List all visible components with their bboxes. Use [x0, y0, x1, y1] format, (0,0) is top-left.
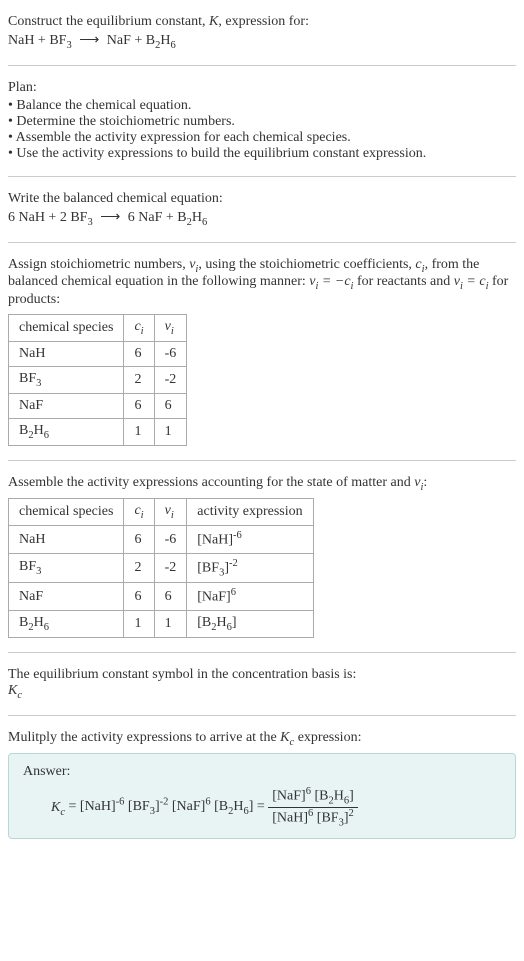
- table-cell: 1: [124, 418, 154, 445]
- table-cell: 6: [124, 393, 154, 418]
- divider: [8, 65, 516, 66]
- plan-item: • Determine the stoichiometric numbers.: [8, 114, 516, 130]
- plan-item: • Assemble the activity expression for e…: [8, 130, 516, 146]
- table-cell: [B2H6]: [187, 610, 313, 637]
- divider: [8, 176, 516, 177]
- intro-K: K: [209, 14, 218, 29]
- table-cell: -6: [154, 526, 187, 554]
- multiply-section: Mulitply the activity expressions to arr…: [8, 724, 516, 846]
- table-header: ci: [124, 499, 154, 526]
- table-cell: [BF3]-2: [187, 553, 313, 582]
- table-cell: 6: [124, 341, 154, 366]
- answer-box: Answer: Kc = [NaH]-6 [BF3]-2 [NaF]6 [B2H…: [8, 753, 516, 839]
- table-cell: NaH: [9, 341, 124, 366]
- table-header-row: chemical species ci νi: [9, 315, 187, 342]
- table-cell: B2H6: [9, 610, 124, 637]
- multiply-text: Mulitply the activity expressions to arr…: [8, 730, 516, 748]
- table-cell: 1: [154, 418, 187, 445]
- activity-text: Assemble the activity expressions accoun…: [8, 475, 516, 493]
- table-header: chemical species: [9, 499, 124, 526]
- divider: [8, 652, 516, 653]
- table-row: B2H6 1 1: [9, 418, 187, 445]
- plan-title: Plan:: [8, 80, 516, 96]
- table-cell: 2: [124, 366, 154, 393]
- stoich-text: Assign stoichiometric numbers, νi, using…: [8, 257, 516, 309]
- table-cell: -2: [154, 366, 187, 393]
- table-header: chemical species: [9, 315, 124, 342]
- table-row: BF3 2 -2: [9, 366, 187, 393]
- symbol-text: The equilibrium constant symbol in the c…: [8, 667, 516, 683]
- answer-formula: Kc = [NaH]-6 [BF3]-2 [NaF]6 [B2H6] = [Na…: [23, 786, 501, 828]
- intro-section: Construct the equilibrium constant, K, e…: [8, 8, 516, 57]
- table-cell: NaF: [9, 393, 124, 418]
- table-cell: NaF: [9, 583, 124, 611]
- table-cell: 6: [154, 393, 187, 418]
- divider: [8, 715, 516, 716]
- intro-line1b: , expression for:: [218, 14, 309, 29]
- stoich-table: chemical species ci νi NaH 6 -6 BF3 2 -2…: [8, 314, 187, 445]
- table-row: B2H6 1 1 [B2H6]: [9, 610, 314, 637]
- divider: [8, 242, 516, 243]
- activity-table: chemical species ci νi activity expressi…: [8, 498, 314, 637]
- intro-equation: NaH + BF3 ⟶ NaF + B2H6: [8, 32, 516, 51]
- plan-list: • Balance the chemical equation. • Deter…: [8, 98, 516, 162]
- intro-line1: Construct the equilibrium constant,: [8, 14, 209, 29]
- table-cell: 6: [124, 583, 154, 611]
- table-cell: B2H6: [9, 418, 124, 445]
- table-cell: BF3: [9, 366, 124, 393]
- table-header-row: chemical species ci νi activity expressi…: [9, 499, 314, 526]
- answer-label: Answer:: [23, 764, 501, 780]
- stoich-section: Assign stoichiometric numbers, νi, using…: [8, 251, 516, 452]
- c-i: ci: [415, 257, 424, 272]
- table-cell: 1: [124, 610, 154, 637]
- table-cell: 6: [154, 583, 187, 611]
- table-row: NaH 6 -6 [NaH]-6: [9, 526, 314, 554]
- activity-section: Assemble the activity expressions accoun…: [8, 469, 516, 644]
- symbol-section: The equilibrium constant symbol in the c…: [8, 661, 516, 707]
- table-cell: -2: [154, 553, 187, 582]
- table-row: NaF 6 6 [NaF]6: [9, 583, 314, 611]
- table-cell: 1: [154, 610, 187, 637]
- table-cell: -6: [154, 341, 187, 366]
- divider: [8, 460, 516, 461]
- balanced-equation: 6 NaH + 2 BF3 ⟶ 6 NaF + B2H6: [8, 209, 516, 228]
- table-cell: [NaH]-6: [187, 526, 313, 554]
- table-cell: 2: [124, 553, 154, 582]
- nu-i: νi: [189, 257, 198, 272]
- table-cell: 6: [124, 526, 154, 554]
- intro-text: Construct the equilibrium constant, K, e…: [8, 14, 516, 30]
- table-header: νi: [154, 315, 187, 342]
- balanced-section: Write the balanced chemical equation: 6 …: [8, 185, 516, 234]
- table-row: NaF 6 6: [9, 393, 187, 418]
- symbol-kc: Kc: [8, 683, 516, 701]
- table-row: NaH 6 -6: [9, 341, 187, 366]
- table-header: activity expression: [187, 499, 313, 526]
- table-row: BF3 2 -2 [BF3]-2: [9, 553, 314, 582]
- balanced-title: Write the balanced chemical equation:: [8, 191, 516, 207]
- table-cell: NaH: [9, 526, 124, 554]
- table-cell: BF3: [9, 553, 124, 582]
- plan-section: Plan: • Balance the chemical equation. •…: [8, 74, 516, 168]
- plan-item: • Use the activity expressions to build …: [8, 146, 516, 162]
- table-cell: [NaF]6: [187, 583, 313, 611]
- plan-item: • Balance the chemical equation.: [8, 98, 516, 114]
- table-header: ci: [124, 315, 154, 342]
- table-header: νi: [154, 499, 187, 526]
